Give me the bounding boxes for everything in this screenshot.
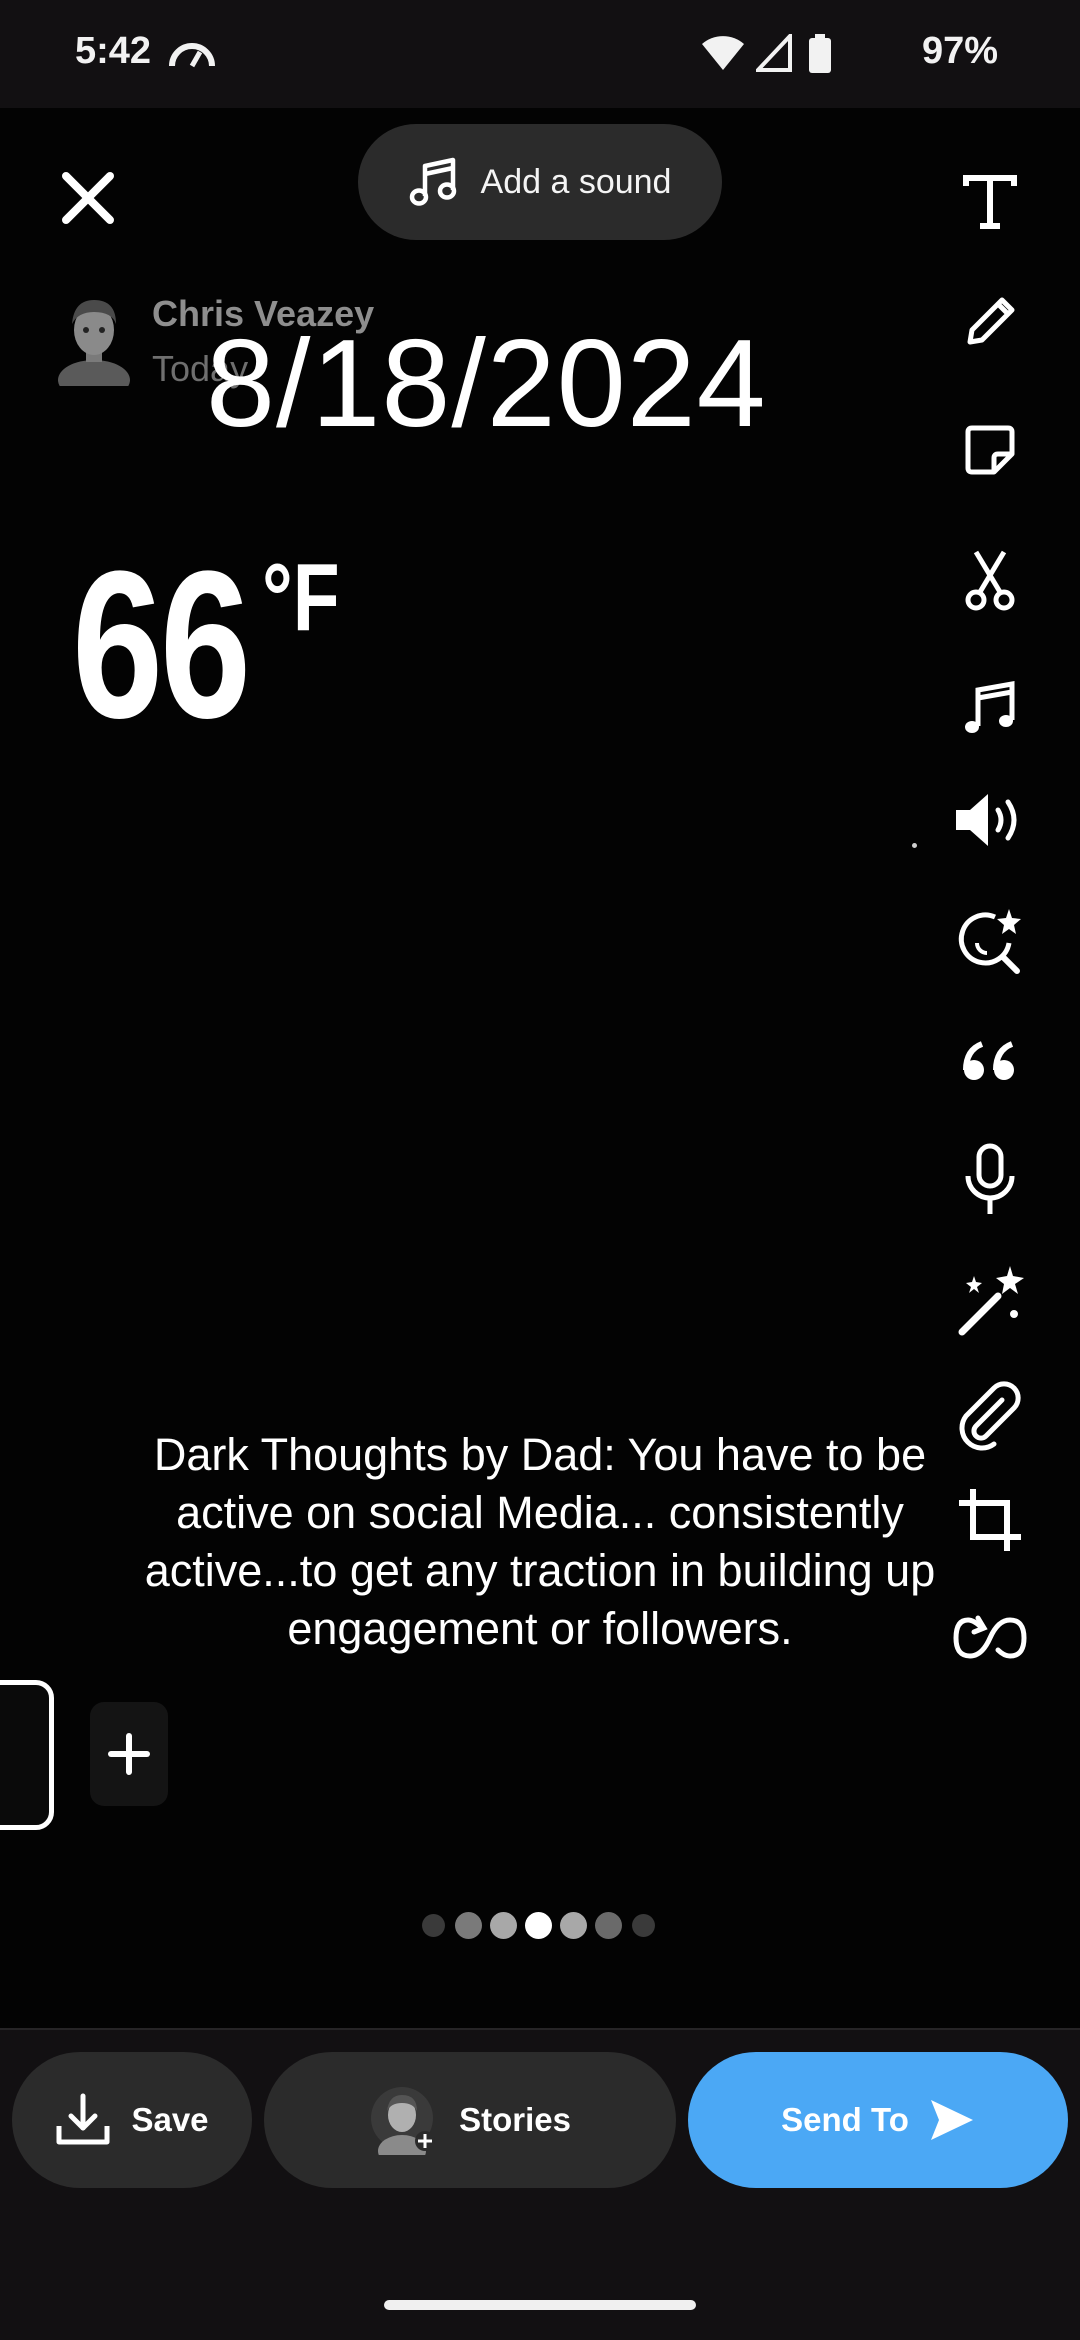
status-time: 5:42 [75,30,152,72]
page-indicator [420,1912,657,1939]
close-button[interactable] [50,160,126,236]
caption-text[interactable]: Dark Thoughts by Dad: You have to be act… [90,1426,990,1658]
home-indicator[interactable] [384,2300,696,2310]
attach-tool-button[interactable] [940,1362,1040,1462]
send-to-label: Send To [781,2101,909,2138]
volume-icon [956,794,1017,846]
status-bar [0,0,1080,108]
music-tool-button[interactable] [940,658,1040,758]
add-snap-button[interactable] [90,1702,168,1806]
download-icon [56,2093,110,2145]
temperature-unit: °F [262,544,340,651]
crop-tool-button[interactable] [940,1470,1040,1570]
sticker-icon [965,425,1015,475]
page-dot [595,1912,622,1939]
send-arrow-icon [930,2100,973,2140]
status-icons [700,34,850,74]
battery-icon [809,34,831,73]
magic-tool-button[interactable] [940,1250,1040,1350]
page-dot-current [525,1912,552,1939]
avatar [58,300,130,386]
canvas-speck [912,843,917,848]
lens-explore-icon [958,909,1021,974]
page-dot [632,1914,655,1937]
story-avatar-icon [371,2087,436,2155]
stories-button[interactable]: Stories [264,2052,676,2188]
battery-percent: 97% [921,30,998,72]
date-sticker[interactable]: 8/18/2024 [206,322,767,446]
quote-tool-button[interactable] [940,1012,1040,1112]
page-dot [490,1912,517,1939]
scissors-tool-button[interactable] [940,530,1040,630]
close-icon [62,172,114,224]
text-tool-button[interactable] [940,152,1040,252]
speedometer-icon [169,43,215,68]
page-dot [422,1914,445,1937]
send-to-button[interactable]: Send To [688,2052,1068,2188]
sticker-tool-button[interactable] [940,400,1040,500]
scissors-icon [965,550,1015,611]
music-note-icon [965,681,1015,733]
loop-icon [953,1615,1027,1659]
volume-tool-button[interactable] [940,770,1040,870]
voiceover-tool-button[interactable] [940,1130,1040,1230]
text-icon [963,175,1017,229]
current-snap-thumbnail[interactable] [0,1680,54,1830]
add-sound-label: Add a sound [480,162,672,201]
add-sound-button[interactable]: Add a sound [358,124,722,240]
stories-label: Stories [459,2101,571,2138]
paperclip-icon [959,1381,1021,1451]
plus-icon [108,1733,150,1775]
temperature-sticker[interactable]: 66 [72,540,251,750]
page-dot [455,1912,482,1939]
lens-explore-button[interactable] [940,892,1040,992]
magic-wand-icon [958,1266,1024,1336]
page-dot [560,1912,587,1939]
loop-tool-button[interactable] [940,1588,1040,1688]
save-button[interactable]: Save [12,2052,252,2188]
signal-icon [756,34,792,72]
pen-icon [967,297,1015,345]
microphone-icon [965,1143,1015,1214]
save-label: Save [131,2101,209,2138]
quote-icon [963,1041,1014,1080]
music-note-icon [409,157,456,206]
draw-tool-button[interactable] [940,272,1040,372]
crop-icon [959,1489,1021,1551]
wifi-icon [702,36,744,70]
